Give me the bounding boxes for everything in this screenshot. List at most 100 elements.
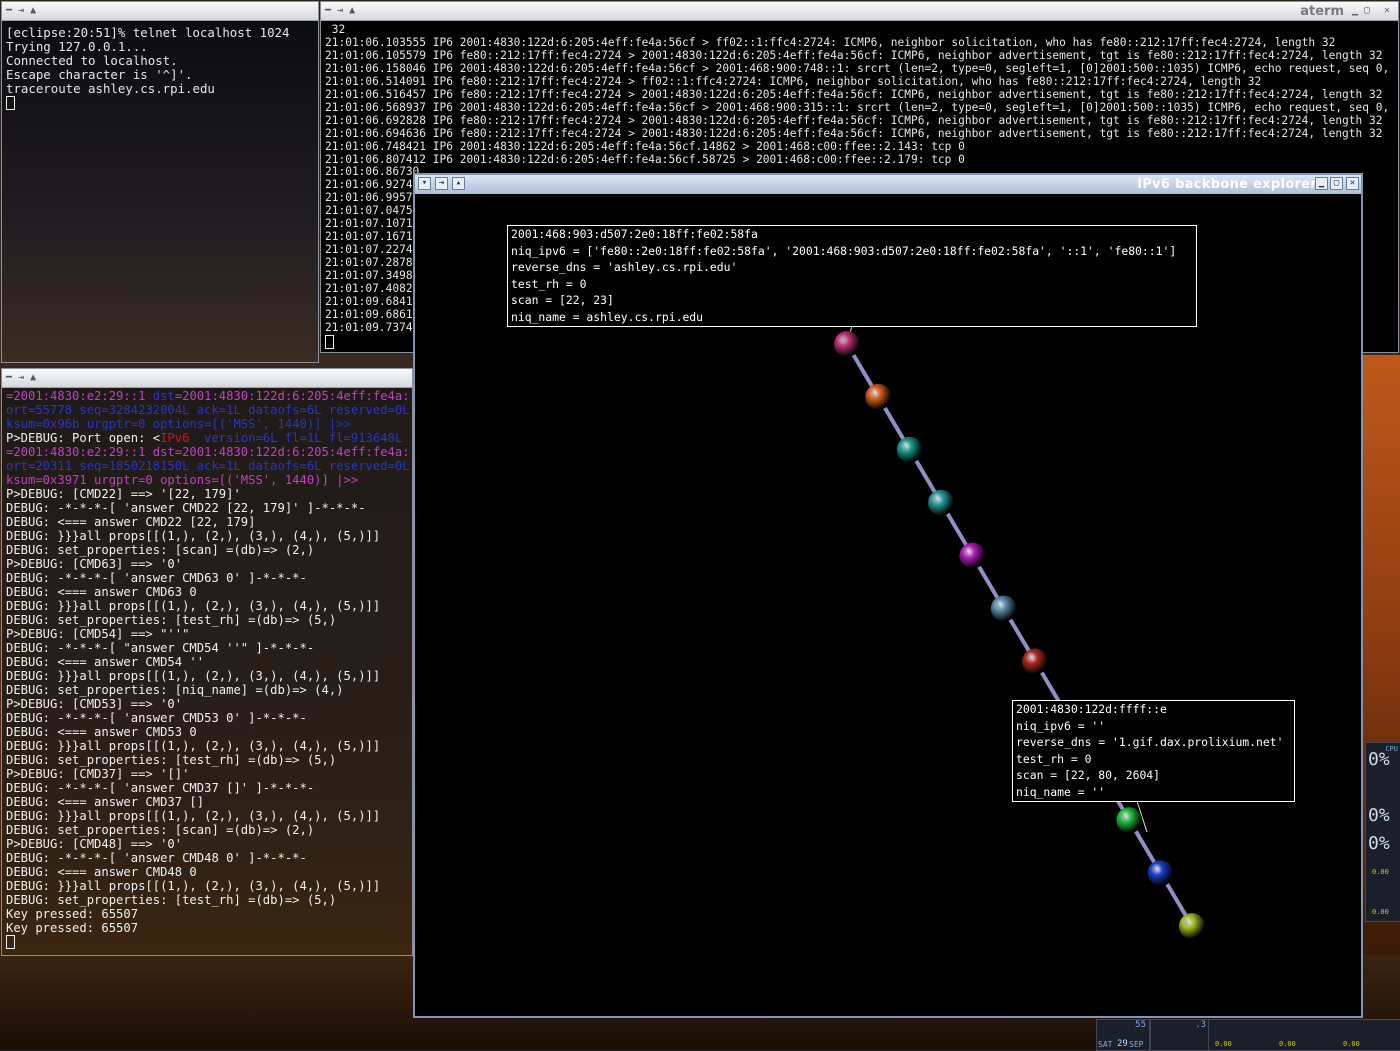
terminal-line: DEBUG: set_properties: [scan] =(db)=> (2… [6,823,315,837]
window-menu-icon[interactable]: ━ ⇥ ▲ [6,372,36,384]
window-menu-icon[interactable]: ━ ⇥ ▲ [6,5,36,17]
maximize-icon[interactable]: ▢ [1364,5,1370,16]
terminal-line: DEBUG: set_properties: [test_rh] =(db)=>… [6,893,337,907]
terminal-cursor[interactable] [6,96,316,111]
route-hop-node[interactable] [959,542,986,569]
clock-date: 29 [1117,1039,1128,1049]
terminal-line: DEBUG: }}}all props[[(1,), (2,), (3,), (… [6,879,381,893]
network-monitor: .3 [1150,1019,1210,1051]
route-edge [845,342,1194,928]
terminal-line: 21:01:06.516457 IP6 fe80::212:17ff:fec4:… [325,87,1383,101]
host-info-line: 2001:468:903:d507:2e0:18ff:fe02:58fa [511,227,758,241]
terminal-line: DEBUG: }}}all props[[(1,), (2,), (3,), (… [6,669,381,683]
clock-month: SEP [1129,1040,1144,1049]
port-open-line: P>DEBUG: Port open: <IPv6 version=6L fl=… [6,431,410,445]
raise-icon[interactable]: ▴ [452,177,465,190]
terminal-line: 21:01:06.514091 IP6 fe80::212:17ff:fec4:… [325,74,1262,88]
terminal-line: Escape character is '^]'. [6,67,193,82]
terminal-line: DEBUG: }}}all props[[(1,), (2,), (3,), (… [6,739,381,753]
terminal-line: DEBUG: <=== answer CMD48 0 [6,865,197,879]
load-monitor: 0.00 0.00 0.00 [1208,1019,1400,1051]
terminal-line: Trying 127.0.0.1... [6,39,148,54]
host-info-line: scan = [22, 80, 2604] [1016,768,1161,783]
window-title: aterm [1300,4,1344,19]
terminal-line: DEBUG: }}}all props[[(1,), (2,), (3,), (… [6,529,381,543]
terminal-line: DEBUG: set_properties: [niq_name] =(db)=… [6,683,344,697]
terminal-line: [eclipse:20:51]% telnet localhost 1024 [6,26,290,40]
cpu-percent: 0% [1368,805,1390,826]
telnet-terminal-window[interactable]: ━ ⇥ ▲ [eclipse:20:51]% telnet localhost … [1,1,319,363]
terminal-line: P>DEBUG: [CMD37] ==> '[]' [6,767,190,781]
minimize-icon[interactable]: ▁ [1352,5,1358,16]
route-hop-node[interactable] [1147,860,1174,887]
route-hop-node[interactable] [834,331,860,357]
load-value: 0.00 [1215,1040,1232,1048]
terminal-line: Key pressed: 65507 [6,907,139,921]
maximize-icon[interactable]: ▢ [1330,177,1343,190]
cpu-percent: 0% [1368,749,1390,770]
route-hop-node[interactable] [1022,648,1049,675]
close-icon[interactable]: ✕ [1346,177,1359,190]
terminal-line: DEBUG: -*-*-*-[ 'answer CMD37 []' ]-*-*-… [6,781,315,795]
terminal-line: P>DEBUG: [CMD22] ==> '[22, 179]' [6,487,241,501]
terminal-line: DEBUG: set_properties: [scan] =(db)=> (2… [6,543,315,557]
minimize-icon[interactable]: ▁ [1315,177,1328,190]
shade-icon[interactable]: ⇥ [435,177,448,190]
load-value: 0.00 [1279,1040,1296,1048]
telnet-output: [eclipse:20:51]% telnet localhost 1024 Tr… [6,26,316,111]
terminal-line: DEBUG: -*-*-*-[ 'answer CMD53 0' ]-*-*-*… [6,711,307,725]
ipv6-backbone-explorer-window[interactable]: ▾ ⇥ ▴ IPv6 backbone explorer ▁ ▢ ✕ 2001:… [413,173,1363,1018]
terminal-line: DEBUG: -*-*-*-[ "answer CMD54 ''" ]-*-*-… [6,641,315,655]
host-info-line: scan = [22, 23] [511,293,614,308]
terminal-line: DEBUG: <=== answer CMD63 0 [6,585,197,599]
host-info-line: 2001:4830:122d:ffff::e [1016,702,1167,716]
terminal-line: P>DEBUG: [CMD54] ==> "''" [6,627,190,641]
route-hop-node[interactable] [1116,807,1143,834]
terminal-line: DEBUG: <=== answer CMD53 0 [6,725,197,739]
host-info-line: reverse_dns = 'ashley.cs.rpi.edu' [511,260,738,275]
route-hop-node[interactable] [896,436,923,463]
host-info-line: niq_name = '' [1016,784,1106,799]
packet-dump-line: ksum=0x96b urgptr=0 options=[('MSS', 144… [6,417,351,431]
explorer-titlebar[interactable]: ▾ ⇥ ▴ IPv6 backbone explorer ▁ ▢ ✕ [415,175,1361,194]
debug-terminal-window[interactable]: ━ ⇥ ▲ =2001:4830:e2:29::1 dst=2001:4830:… [1,368,413,956]
aterm-titlebar[interactable]: ━ ⇥ ▲ aterm ▢ ▁ ✕ [321,2,1398,21]
host-info-line: niq_ipv6 = ['fe80::2e0:18ff:fe02:58fa', … [511,243,1177,258]
terminal-line: DEBUG: }}}all props[[(1,), (2,), (3,), (… [6,809,381,823]
route-hop-node[interactable] [1179,913,1205,939]
terminal-line: DEBUG: <=== answer CMD54 '' [6,655,205,669]
terminal-line: P>DEBUG: [CMD63] ==> '0' [6,557,183,571]
terminal-line: 21:01:06.807412 IP6 2001:4830:122d:6:205… [325,152,965,166]
terminal-line: DEBUG: set_properties: [test_rh] =(db)=>… [6,753,337,767]
window-menu-icon[interactable]: ▾ [418,177,431,190]
route-hop-node[interactable] [990,595,1017,622]
window-menu-icon[interactable]: ━ ⇥ ▲ [325,5,355,17]
terminal-line: DEBUG: -*-*-*-[ 'answer CMD48 0' ]-*-*-*… [6,851,307,865]
close-icon[interactable]: ✕ [1384,5,1390,16]
packet-dump-line: =2001:4830:e2:29::1 dst=2001:4830:122d:6… [6,445,410,459]
host-info-panel: 2001:4830:122d:ffff::e niq_ipv6 = '' rever… [1012,700,1295,802]
terminal-line: DEBUG: <=== answer CMD22 [22, 179] [6,515,256,529]
packet-dump-line: ort=55778 seq=3284232004L ack=1L dataofs… [6,403,410,417]
terminal-cursor[interactable] [6,935,410,950]
route-hop-node[interactable] [865,383,892,410]
terminal-line: DEBUG: <=== answer CMD37 [] [6,795,205,809]
load-value: 0.00 [1343,1040,1360,1048]
clock-day: SAT [1098,1040,1113,1049]
packet-dump-line: =2001:4830:e2:29::1 dst=2001:4830:122d:6… [6,389,410,403]
clock-num: 55 [1135,1020,1146,1030]
terminal-line: 21:01:06.568937 IP6 2001:4830:122d:6:205… [325,100,1396,114]
terminal-line: 21:01:06.694636 IP6 fe80::212:17ff:fec4:… [325,126,1383,140]
terminal-line: DEBUG: set_properties: [test_rh] =(db)=>… [6,613,337,627]
route-hop-node[interactable] [928,489,955,516]
terminal-line: DEBUG: -*-*-*-[ 'answer CMD63 0' ]-*-*-*… [6,571,307,585]
telnet-titlebar[interactable]: ━ ⇥ ▲ [2,2,318,21]
load-value: 0.00 [1372,908,1389,916]
host-info-line: test_rh = 0 [1016,751,1092,766]
packet-dump-line: ort=20311 seq=1850218150L ack=1L dataofs… [6,459,410,473]
window-title: IPv6 backbone explorer [1137,177,1317,192]
host-info-line: test_rh = 0 [511,276,587,291]
debug-titlebar[interactable]: ━ ⇥ ▲ [2,369,412,388]
terminal-line: 21:01:06.105579 IP6 fe80::212:17ff:fec4:… [325,48,1383,62]
terminal-line: Connected to localhost. [6,53,178,68]
